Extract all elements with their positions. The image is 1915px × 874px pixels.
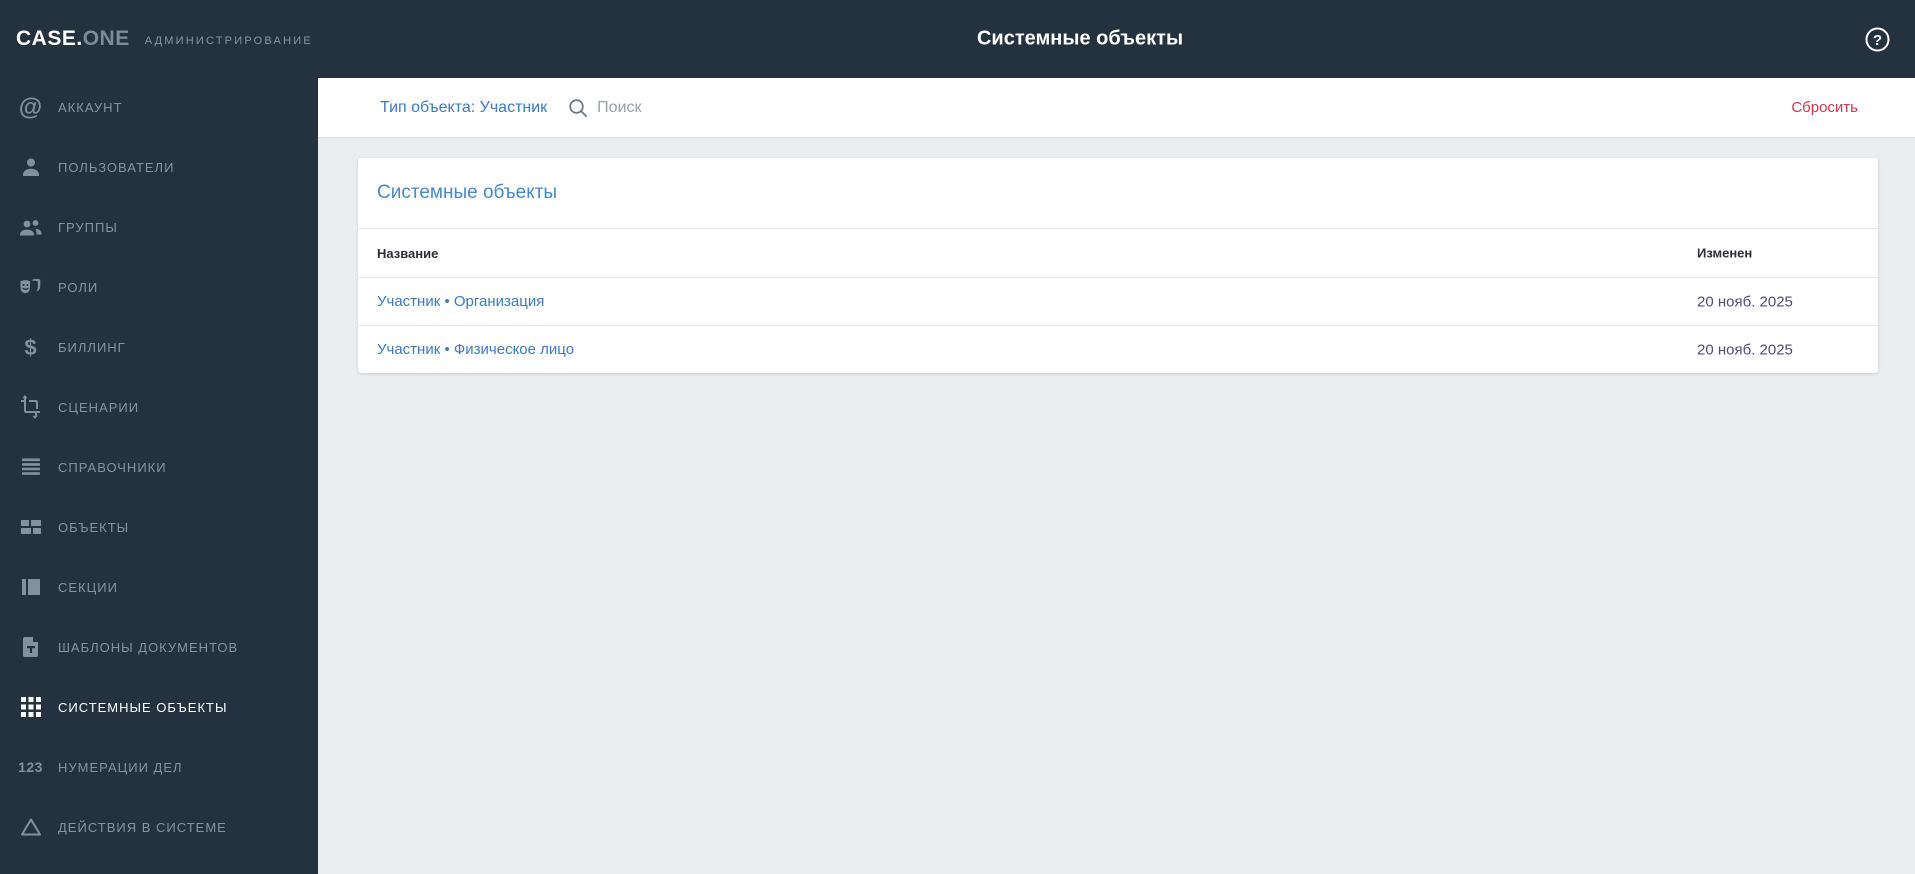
sidebar-item-system-actions[interactable]: ДЕЙСТВИЯ В СИСТЕМЕ xyxy=(0,797,318,857)
logo-primary: CASE. xyxy=(16,27,83,50)
search-icon xyxy=(567,97,589,119)
table-row: Участник • Организация 20 нояб. 2025 xyxy=(358,277,1878,325)
content-area: Системные объекты Название Изменен Участ… xyxy=(318,139,1915,874)
sidebar-item-sections[interactable]: СЕКЦИИ xyxy=(0,557,318,617)
sidebar-nav: @ АККАУНТ ПОЛЬЗОВАТЕЛИ ГРУППЫ РОЛИ $ БИЛ… xyxy=(0,77,318,857)
logo-caption: АДМИНИСТРИРОВАНИЕ xyxy=(144,34,313,47)
system-objects-card: Системные объекты Название Изменен Участ… xyxy=(358,158,1878,373)
logo-secondary: ONE xyxy=(82,27,130,50)
sidebar-item-account[interactable]: @ АККАУНТ xyxy=(0,77,318,137)
object-link[interactable]: Участник • Физическое лицо xyxy=(358,341,574,358)
svg-text:?: ? xyxy=(1873,32,1882,49)
people-icon xyxy=(17,214,44,241)
columns-icon xyxy=(17,574,44,601)
sidebar-item-users[interactable]: ПОЛЬЗОВАТЕЛИ xyxy=(0,137,318,197)
table-row: Участник • Физическое лицо 20 нояб. 2025 xyxy=(358,325,1878,373)
search-box xyxy=(567,97,1791,119)
dashboard-grid-icon xyxy=(17,514,44,541)
sidebar: CASE. ONE АДМИНИСТРИРОВАНИЕ @ АККАУНТ ПОЛ… xyxy=(0,0,318,874)
table-header: Название Изменен xyxy=(358,228,1878,277)
search-input[interactable] xyxy=(597,98,898,117)
object-type-filter[interactable]: Тип объекта: Участник xyxy=(380,99,547,117)
sidebar-item-case-numbering[interactable]: 123 НУМЕРАЦИИ ДЕЛ xyxy=(0,737,318,797)
triangle-icon xyxy=(17,814,44,841)
sidebar-item-system-objects[interactable]: СИСТЕМНЫЕ ОБЪЕКТЫ xyxy=(0,677,318,737)
grid-3x3-icon xyxy=(17,694,44,721)
person-icon xyxy=(17,154,44,181)
dollar-icon: $ xyxy=(24,334,37,360)
reorder-lines-icon xyxy=(17,454,44,481)
sidebar-item-directories[interactable]: СПРАВОЧНИКИ xyxy=(0,437,318,497)
document-template-icon xyxy=(17,634,44,661)
modified-date: 20 нояб. 2025 xyxy=(1697,341,1793,358)
page-title: Системные объекты xyxy=(976,27,1184,50)
numbers-123-icon: 123 xyxy=(18,759,43,775)
sidebar-item-document-templates[interactable]: ШАБЛОНЫ ДОКУМЕНТОВ xyxy=(0,617,318,677)
help-icon: ? xyxy=(1864,27,1891,57)
help-button[interactable]: ? xyxy=(1864,26,1891,53)
modified-date: 20 нояб. 2025 xyxy=(1697,293,1793,310)
sidebar-item-groups[interactable]: ГРУППЫ xyxy=(0,197,318,257)
object-link[interactable]: Участник • Организация xyxy=(358,293,544,310)
at-sign-icon: @ xyxy=(18,93,43,121)
card-title-row: Системные объекты xyxy=(358,158,1878,228)
card-title: Системные объекты xyxy=(377,182,558,203)
column-header-modified: Изменен xyxy=(1697,245,1753,261)
column-header-name: Название xyxy=(377,245,439,261)
sidebar-item-roles[interactable]: РОЛИ xyxy=(0,257,318,317)
theater-masks-icon xyxy=(17,274,44,301)
sidebar-item-objects[interactable]: ОБЪЕКТЫ xyxy=(0,497,318,557)
app-logo[interactable]: CASE. ONE АДМИНИСТРИРОВАНИЕ xyxy=(16,0,313,78)
reset-filters-button[interactable]: Сбросить xyxy=(1791,99,1858,116)
sidebar-item-billing[interactable]: $ БИЛЛИНГ xyxy=(0,317,318,377)
sidebar-item-scenarios[interactable]: СЦЕНАРИИ xyxy=(0,377,318,437)
filter-bar: Тип объекта: Участник Сбросить xyxy=(318,78,1915,138)
crop-rotate-icon xyxy=(17,394,44,421)
